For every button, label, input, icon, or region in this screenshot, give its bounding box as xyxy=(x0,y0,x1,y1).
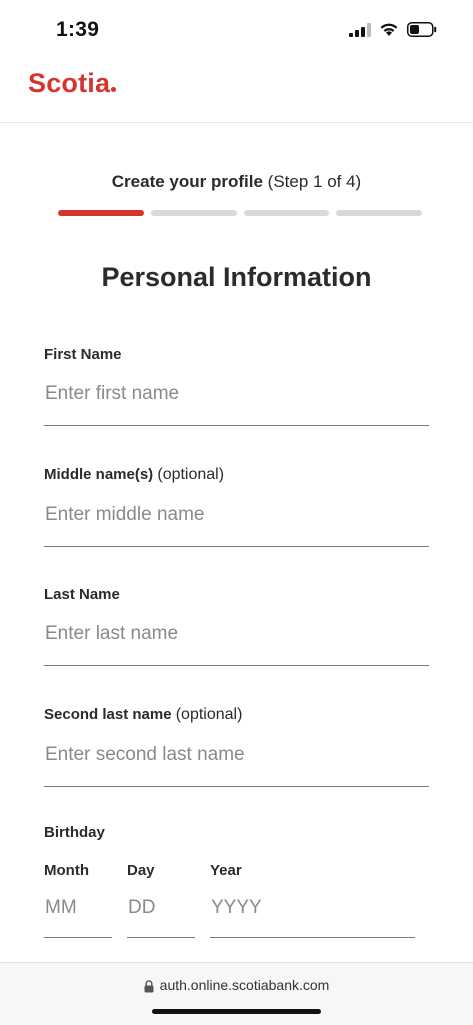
url-display[interactable]: auth.online.scotiabank.com xyxy=(0,977,473,993)
month-label: Month xyxy=(44,862,89,879)
status-icons xyxy=(349,22,437,37)
progress-segment-4 xyxy=(336,210,422,216)
wifi-icon xyxy=(380,23,398,36)
step-heading: Create your profile (Step 1 of 4) xyxy=(0,172,473,192)
optional-tag: (optional) xyxy=(157,466,225,483)
progress-segment-3 xyxy=(243,210,330,216)
status-time: 1:39 xyxy=(56,18,100,41)
step-count: (Step 1 of 4) xyxy=(267,172,362,191)
second-last-name-label: Second last name (optional) xyxy=(44,706,429,724)
middle-name-label-text: Middle name(s) xyxy=(44,466,154,483)
first-name-label-text: First Name xyxy=(44,346,122,363)
home-indicator[interactable] xyxy=(152,1009,321,1014)
middle-name-field: Middle name(s) (optional) xyxy=(44,466,429,547)
last-name-label: Last Name xyxy=(44,586,429,603)
step-title: Create your profile xyxy=(111,172,263,191)
birthday-label: Birthday xyxy=(44,824,105,841)
optional-tag: (optional) xyxy=(175,706,243,723)
status-bar: 1:39 xyxy=(0,0,473,60)
scotia-logo[interactable]: Scotia xyxy=(28,68,117,99)
page-title: Personal Information xyxy=(101,262,372,292)
month-input[interactable] xyxy=(44,885,112,938)
first-name-label: First Name xyxy=(44,346,429,363)
last-name-input[interactable] xyxy=(44,611,429,666)
second-last-name-input[interactable] xyxy=(44,732,429,787)
second-last-name-label-text: Second last name xyxy=(44,706,172,723)
day-label: Day xyxy=(127,862,155,879)
birthday-day-field: Day xyxy=(127,862,195,938)
second-last-name-field: Second last name (optional) xyxy=(44,706,429,787)
step-progress-bar xyxy=(58,210,422,216)
app-header: Scotia xyxy=(0,60,473,123)
birthday-year-field: Year xyxy=(210,862,415,938)
birthday-month-field: Month xyxy=(44,862,112,938)
first-name-field: First Name xyxy=(44,346,429,426)
last-name-label-text: Last Name xyxy=(44,586,120,603)
year-label: Year xyxy=(210,862,242,879)
progress-segment-1 xyxy=(58,210,144,216)
middle-name-input[interactable] xyxy=(44,492,429,547)
url-text: auth.online.scotiabank.com xyxy=(159,977,330,993)
day-input[interactable] xyxy=(127,885,195,938)
battery-icon xyxy=(407,22,437,37)
logo-text: Scotia xyxy=(28,68,111,98)
logo-dot xyxy=(111,87,117,92)
browser-url-bar[interactable]: auth.online.scotiabank.com xyxy=(0,962,473,1025)
progress-segment-2 xyxy=(150,210,237,216)
first-name-input[interactable] xyxy=(44,371,429,426)
middle-name-label: Middle name(s) (optional) xyxy=(44,466,429,484)
last-name-field: Last Name xyxy=(44,586,429,666)
lock-icon xyxy=(144,980,154,993)
year-input[interactable] xyxy=(210,885,415,938)
cellular-signal-icon xyxy=(349,22,371,37)
